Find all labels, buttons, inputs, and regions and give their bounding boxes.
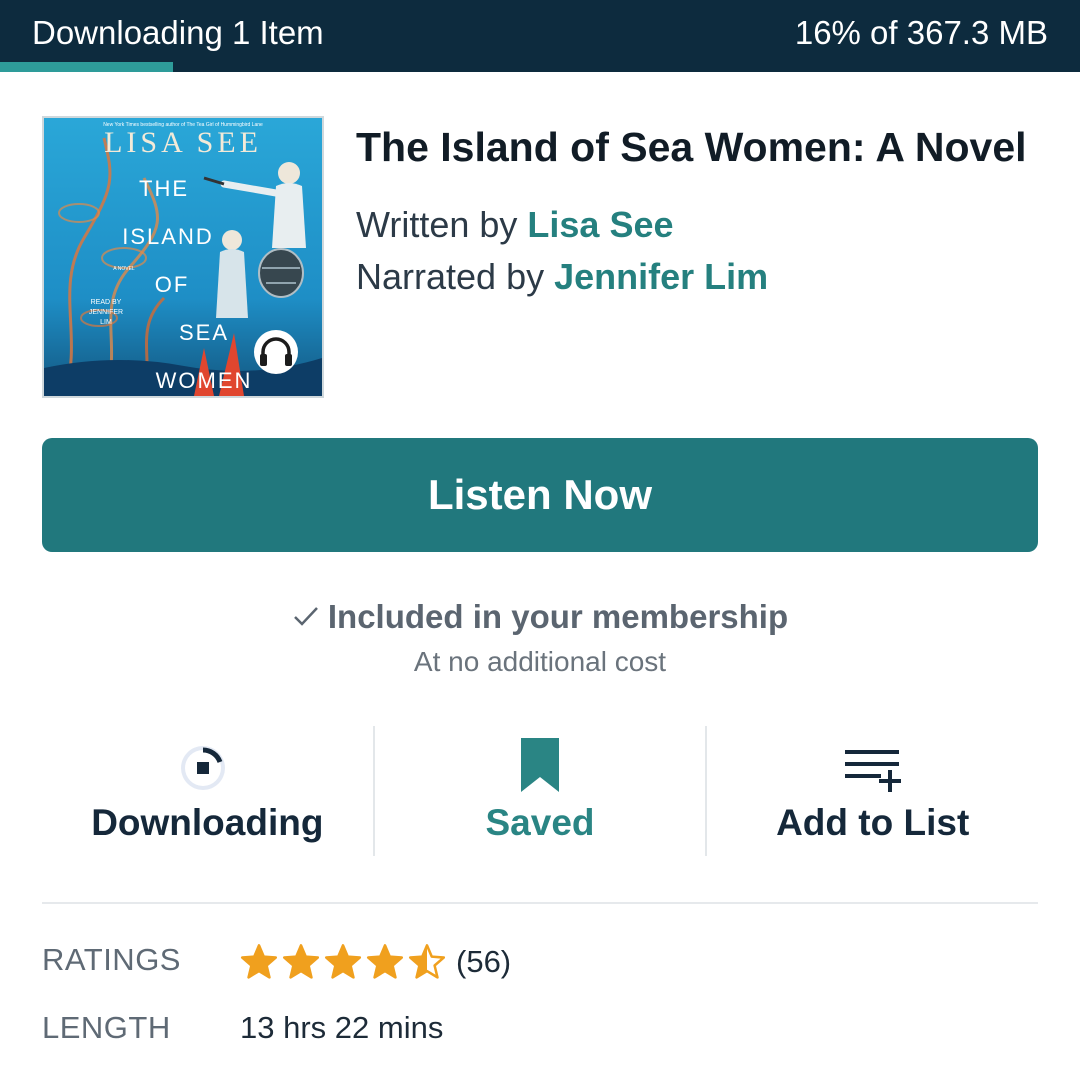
- cover-title-line-2: ISLAND: [122, 224, 213, 249]
- author-link[interactable]: Lisa See: [527, 204, 673, 245]
- headphones-icon: [254, 330, 298, 374]
- cover-read-by-2: JENNIFER: [89, 309, 123, 316]
- membership-title: Included in your membership: [327, 598, 789, 635]
- bookmark-icon: [510, 734, 570, 794]
- ratings-count: (56): [456, 943, 512, 979]
- add-to-list-button[interactable]: Add to List: [707, 726, 1038, 856]
- narrator-credit: Narrated by Jennifer Lim: [356, 256, 768, 298]
- cover-read-by-1: READ BY: [91, 299, 122, 306]
- listen-now-button[interactable]: Listen Now: [42, 438, 1038, 552]
- saved-button[interactable]: Saved: [375, 726, 706, 856]
- download-banner[interactable]: Downloading 1 Item 16% of 367.3 MB: [0, 0, 1080, 72]
- download-progress-track: [0, 62, 1080, 72]
- membership-status: Included in your membership: [0, 598, 1080, 636]
- downloading-label: Downloading: [91, 802, 324, 843]
- star-full-icon: [282, 943, 320, 979]
- download-progress-icon: [177, 734, 237, 794]
- action-row: Downloading Saved Add to List: [42, 726, 1038, 856]
- downloading-button[interactable]: Downloading: [42, 726, 373, 856]
- written-by-label: Written by: [356, 204, 518, 245]
- ratings-value[interactable]: (56): [240, 942, 511, 981]
- length-value: 13 hrs 22 mins: [240, 1010, 444, 1045]
- download-progress-fill: [0, 62, 173, 72]
- cover-title-line-4: SEA: [179, 320, 229, 345]
- cover-author: LISA SEE: [104, 126, 262, 159]
- narrated-by-label: Narrated by: [356, 256, 545, 297]
- membership-subtitle: At no additional cost: [413, 646, 667, 677]
- section-divider: [42, 902, 1038, 904]
- playlist-add-icon: [843, 734, 903, 794]
- cover-novel-tag: A NOVEL: [113, 266, 135, 272]
- star-full-icon: [324, 943, 362, 979]
- cover-read-by-3: LIM: [100, 319, 112, 326]
- download-status: 16% of 367.3 MB: [794, 14, 1048, 51]
- cover-title-line-5: WOMEN: [156, 368, 253, 393]
- star-rating: [240, 943, 450, 981]
- saved-label: Saved: [485, 802, 595, 843]
- narrator-link[interactable]: Jennifer Lim: [554, 256, 768, 297]
- book-title: The Island of Sea Women: A Novel: [356, 124, 1027, 170]
- author-credit: Written by Lisa See: [356, 204, 674, 246]
- checkmark-icon: [292, 598, 320, 636]
- cover-art: New York Times bestselling author of The…: [44, 118, 322, 396]
- length-label: LENGTH: [42, 1010, 171, 1045]
- cover-title-line-3: OF: [155, 272, 190, 297]
- download-title: Downloading 1 Item: [32, 14, 324, 51]
- add-to-list-label: Add to List: [776, 802, 970, 843]
- star-full-icon: [366, 943, 404, 979]
- book-cover[interactable]: New York Times bestselling author of The…: [42, 116, 324, 398]
- ratings-label: RATINGS: [42, 942, 181, 977]
- star-full-icon: [240, 943, 278, 979]
- cover-title-line-1: THE: [139, 176, 189, 201]
- star-half-icon: [408, 943, 446, 979]
